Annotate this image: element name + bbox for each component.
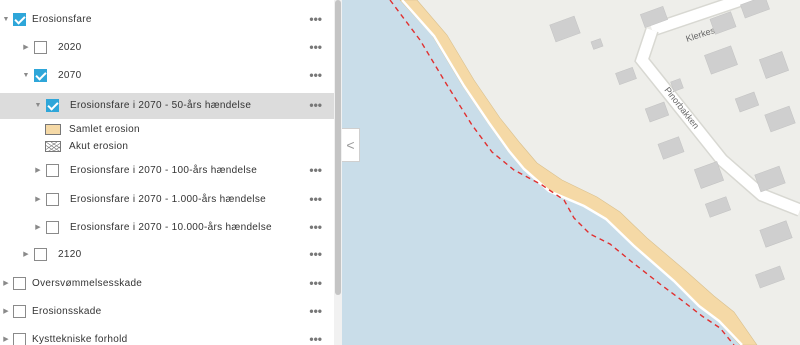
layer-label: Erosionsfare i 2070 - 50-års hændelse — [70, 100, 252, 111]
layer-panel: ▼ Erosionsfare ••• ▶ 2020 ••• ▼ 2070 •••… — [0, 0, 334, 345]
caret-right-icon[interactable]: ▶ — [33, 188, 43, 212]
layer-row-2070-10000[interactable]: ▶ Erosionsfare i 2070 - 10.000-års hænde… — [0, 216, 334, 240]
scrollbar-thumb[interactable] — [335, 0, 341, 295]
layer-row-erosionsfare[interactable]: ▼ Erosionsfare ••• — [0, 8, 334, 32]
caret-right-icon[interactable]: ▶ — [1, 300, 11, 324]
layer-label: 2070 — [58, 70, 82, 81]
legend-label: Akut erosion — [69, 141, 129, 152]
layer-label: 2020 — [58, 42, 82, 53]
layer-label: Erosionsskade — [32, 306, 102, 317]
checkbox-oversvommelse[interactable] — [13, 277, 26, 290]
more-options-icon[interactable]: ••• — [309, 188, 322, 210]
layer-row-2070-100[interactable]: ▶ Erosionsfare i 2070 - 100-års hændelse… — [0, 159, 334, 183]
more-options-icon[interactable]: ••• — [309, 272, 322, 294]
checkbox-2070-1000[interactable] — [46, 193, 59, 206]
caret-right-icon[interactable]: ▶ — [1, 328, 11, 345]
map-canvas[interactable]: Klerkestien Pinorbakken — [342, 0, 800, 345]
caret-right-icon[interactable]: ▶ — [33, 159, 43, 183]
layer-row-2070-50[interactable]: ▼ Erosionsfare i 2070 - 50-års hændelse … — [0, 93, 334, 119]
more-options-icon[interactable]: ••• — [309, 328, 322, 345]
caret-down-icon[interactable]: ▼ — [1, 8, 11, 32]
checkbox-2120[interactable] — [34, 248, 47, 261]
caret-right-icon[interactable]: ▶ — [21, 243, 31, 267]
layer-label: Oversvømmelsesskade — [32, 278, 143, 289]
more-options-icon[interactable]: ••• — [309, 300, 322, 322]
collapse-panel-button[interactable]: < — [342, 128, 360, 162]
layer-label: Erosionsfare — [32, 14, 92, 25]
layer-label: 2120 — [58, 249, 82, 260]
more-options-icon[interactable]: ••• — [309, 243, 322, 265]
more-options-icon[interactable]: ••• — [309, 159, 322, 181]
checkbox-erosionsfare[interactable] — [13, 13, 26, 26]
layer-row-2070-1000[interactable]: ▶ Erosionsfare i 2070 - 1.000-års hændel… — [0, 188, 334, 212]
layer-row-2070[interactable]: ▼ 2070 ••• — [0, 64, 334, 88]
more-options-icon[interactable]: ••• — [309, 93, 322, 117]
checkbox-2070-100[interactable] — [46, 164, 59, 177]
checkbox-2070-10000[interactable] — [46, 221, 59, 234]
layer-row-kysttekniske[interactable]: ▶ Kysttekniske forhold ••• — [0, 328, 334, 345]
layer-row-erosionsskade[interactable]: ▶ Erosionsskade ••• — [0, 300, 334, 324]
checkbox-kysttekniske[interactable] — [13, 333, 26, 345]
legend-item-samlet: Samlet erosion — [0, 121, 334, 139]
layer-label: Erosionsfare i 2070 - 1.000-års hændelse — [70, 194, 266, 205]
layer-label: Erosionsfare i 2070 - 100-års hændelse — [70, 165, 258, 176]
legend-swatch — [45, 124, 61, 135]
caret-right-icon[interactable]: ▶ — [1, 272, 11, 296]
checkbox-2070[interactable] — [34, 69, 47, 82]
layer-row-oversvommelse[interactable]: ▶ Oversvømmelsesskade ••• — [0, 272, 334, 296]
legend-label: Samlet erosion — [69, 124, 140, 135]
layer-row-2020[interactable]: ▶ 2020 ••• — [0, 36, 334, 60]
hatch-swatch-icon — [45, 141, 61, 152]
layer-label: Erosionsfare i 2070 - 10.000-års hændels… — [70, 222, 272, 233]
more-options-icon[interactable]: ••• — [309, 36, 322, 58]
panel-scrollbar[interactable] — [334, 0, 342, 345]
checkbox-erosionsskade[interactable] — [13, 305, 26, 318]
layer-row-2120[interactable]: ▶ 2120 ••• — [0, 243, 334, 267]
caret-right-icon[interactable]: ▶ — [33, 216, 43, 240]
more-options-icon[interactable]: ••• — [309, 64, 322, 86]
map-view[interactable]: Klerkestien Pinorbakken — [342, 0, 800, 345]
checkbox-2070-50[interactable] — [46, 99, 59, 112]
caret-down-icon[interactable]: ▼ — [21, 64, 31, 88]
checkbox-2020[interactable] — [34, 41, 47, 54]
legend-item-akut: Akut erosion — [0, 138, 334, 156]
more-options-icon[interactable]: ••• — [309, 8, 322, 30]
more-options-icon[interactable]: ••• — [309, 216, 322, 238]
caret-right-icon[interactable]: ▶ — [21, 36, 31, 60]
layer-label: Kysttekniske forhold — [32, 334, 128, 345]
caret-down-icon[interactable]: ▼ — [33, 93, 43, 117]
